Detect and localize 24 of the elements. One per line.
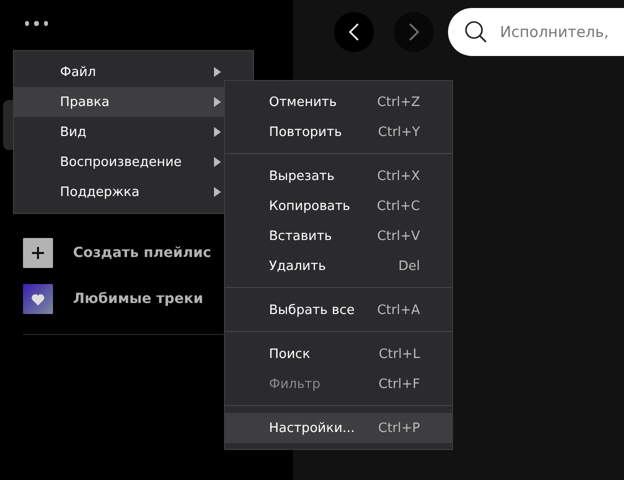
menu-item[interactable]: Вставить Ctrl+V — [225, 221, 452, 251]
search-icon — [464, 20, 488, 44]
back-button[interactable] — [334, 12, 374, 52]
submenu-arrow-icon — [214, 187, 221, 197]
menu-item[interactable]: Настройки... Ctrl+P — [225, 413, 452, 443]
search-field[interactable]: Исполнитель, — [448, 8, 624, 56]
submenu-arrow-icon — [214, 67, 221, 77]
submenu-arrow-icon — [214, 157, 221, 167]
submenu-arrow-icon — [214, 127, 221, 137]
menu-item[interactable]: Файл — [14, 57, 253, 87]
plus-icon[interactable] — [23, 238, 53, 268]
menu-item[interactable]: Повторить Ctrl+Y — [225, 117, 452, 147]
menu-item[interactable]: Поиск Ctrl+L — [225, 339, 452, 369]
menu-item[interactable]: Удалить Del — [225, 251, 452, 281]
chevron-right-icon — [408, 22, 420, 42]
more-icon[interactable] — [25, 21, 48, 26]
menu-item[interactable]: Выбрать все Ctrl+A — [225, 295, 452, 325]
search-input[interactable]: Исполнитель, — [500, 23, 624, 41]
menu-item[interactable]: Вырезать Ctrl+X — [225, 161, 452, 191]
sidebar-link[interactable]: Создать плейлис — [73, 245, 212, 261]
sidebar-link[interactable]: Любимые треки — [73, 291, 204, 307]
chevron-left-icon — [348, 22, 360, 42]
menu-item[interactable]: Копировать Ctrl+C — [225, 191, 452, 221]
submenu-arrow-icon — [214, 97, 221, 107]
